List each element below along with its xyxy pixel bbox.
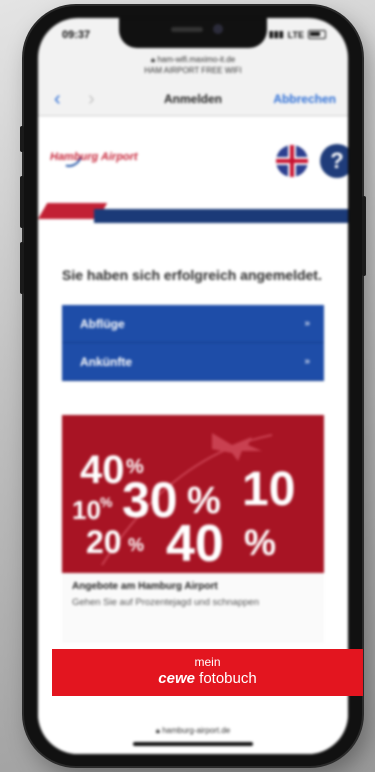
flag-cross-red-v <box>290 145 294 177</box>
promo-number: 10 <box>72 495 101 525</box>
status-time: 09:37 <box>62 29 91 41</box>
speaker <box>171 27 203 32</box>
volume-up-button <box>20 176 24 228</box>
hamburg-airport-logo[interactable]: Hamburg Airport <box>50 151 138 163</box>
help-button[interactable]: ? <box>320 144 348 178</box>
blue-stripe <box>94 209 348 223</box>
url-value: ham-wifi.maximo-it.de <box>157 55 236 64</box>
promo-number: 40 <box>166 515 224 573</box>
ad-product: fotobuch <box>199 670 257 687</box>
status-icons: ▮▮▮ LTE <box>269 29 326 40</box>
home-indicator[interactable] <box>133 742 253 746</box>
signal-icon: ▮▮▮ <box>268 29 284 39</box>
ad-brand: cewe <box>158 670 195 687</box>
footer-url-text: hamburg-airport.de <box>162 726 231 735</box>
front-camera <box>213 24 223 34</box>
header-stripes <box>38 203 348 225</box>
uk-flag-icon[interactable] <box>276 145 308 177</box>
promo-body: Gehen Sie auf Prozentejagd und schnappen <box>72 597 259 608</box>
battery-icon <box>308 30 326 39</box>
promo-title: Angebote am Hamburg Airport <box>72 581 218 592</box>
lock-icon: 🔒︎ <box>155 726 160 735</box>
ad-brand-line: cewe fotobuch <box>52 669 363 689</box>
promo-percent: % <box>244 522 276 563</box>
site-header: Hamburg Airport ? <box>38 117 348 203</box>
departures-link[interactable]: Abflüge » <box>62 305 324 343</box>
double-chevron-right-icon: » <box>304 318 310 329</box>
promo-number: 10 <box>242 463 295 516</box>
promo-percent: % <box>100 494 113 510</box>
power-button <box>362 196 366 276</box>
promo-number: 40 <box>80 448 125 492</box>
success-message: Sie haben sich erfolgreich angemeldet. <box>62 267 322 283</box>
percent-graphic: 40 % 30 % 10 10 % 20 % 40 % <box>72 433 295 573</box>
promo-percent: % <box>128 535 144 555</box>
arrivals-link[interactable]: Ankünfte » <box>62 343 324 381</box>
cancel-button[interactable]: Abbrechen <box>273 92 336 106</box>
lock-icon: 🔒︎ <box>150 55 156 64</box>
promo-number: 20 <box>86 524 122 560</box>
site-name: HAM AIRPORT FREE WIFI <box>144 66 242 75</box>
airplane-icon <box>212 433 262 461</box>
double-chevron-right-icon: » <box>304 356 310 367</box>
volume-down-button <box>20 242 24 294</box>
phone-screen: 09:37 ▮▮▮ LTE 🔒︎ ham-wifi.maximo-it.de H… <box>38 18 348 754</box>
footer-url: 🔒︎ hamburg-airport.de <box>38 726 348 736</box>
mute-switch <box>20 126 24 152</box>
captive-nav-bar: ‹ › Anmelden Abbrechen <box>38 82 348 116</box>
url-text: 🔒︎ ham-wifi.maximo-it.de <box>38 54 348 65</box>
arrivals-label: Ankünfte <box>80 354 132 369</box>
network-label: LTE <box>287 29 304 40</box>
url-bar[interactable]: 🔒︎ ham-wifi.maximo-it.de HAM AIRPORT FRE… <box>38 54 348 76</box>
ad-line1: mein <box>194 655 221 669</box>
promo-card-text[interactable]: Angebote am Hamburg Airport Gehen Sie au… <box>62 573 324 643</box>
promo-image[interactable]: 40 % 30 % 10 10 % 20 % 40 % <box>62 415 324 573</box>
departures-label: Abflüge <box>80 316 125 331</box>
ad-banner[interactable]: mein cewe fotobuch <box>52 649 363 696</box>
notch <box>119 18 267 48</box>
